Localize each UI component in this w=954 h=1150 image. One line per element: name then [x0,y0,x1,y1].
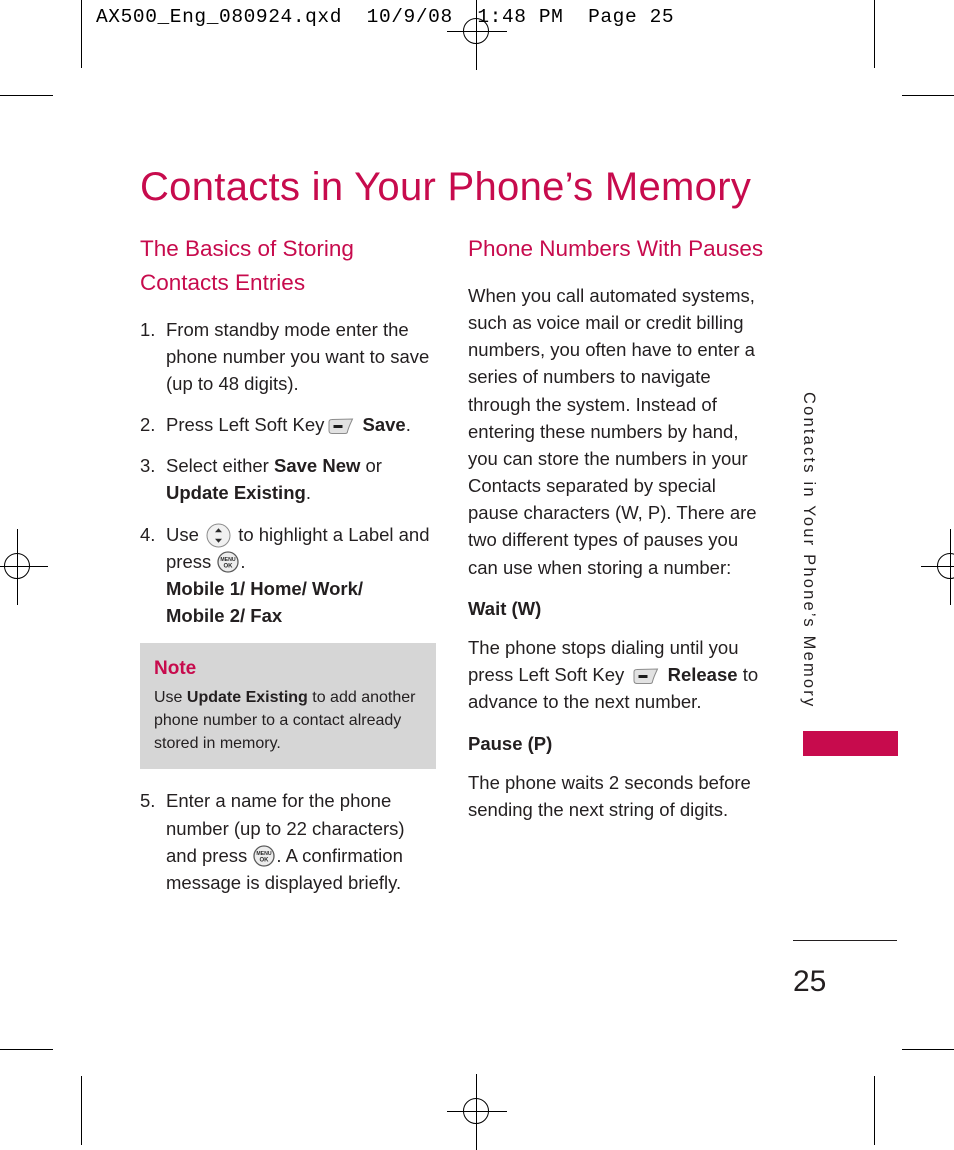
label-options-line-1: Mobile 1/ Home/ Work/ [166,578,364,599]
step-number: 1. [140,318,156,340]
svg-text:MENU: MENU [257,851,273,857]
intro-paragraph: When you call automated systems, such as… [468,284,757,578]
section-heading-pauses: Phone Numbers With Pauses [468,236,764,261]
list-item: 1. From standby mode enter the phone num… [140,316,432,398]
note-body: Use Update Existing to add another phone… [154,687,422,755]
step-number: 2. [140,414,156,436]
step-text: From standby mode enter the phone number… [166,318,430,394]
step-text: Enter a name for the phone number (up to… [166,787,432,896]
list-item: 2. Press Left Soft Key Save. [140,411,432,438]
left-soft-key-icon [327,418,354,435]
step-bold-label: Save [362,414,406,436]
left-soft-key-icon [632,668,659,685]
pause-description: The phone waits 2 seconds before sending… [468,771,751,820]
navigation-key-icon [206,523,231,548]
step-text-before: Press Left Soft Key [166,414,325,436]
right-column: Phone Numbers With Pauses When you call … [468,232,768,837]
menu-option-save-new: Save New [273,455,361,477]
subsection-heading-pause: Pause (P) [468,732,553,754]
step-text: Press Left Soft Key Save. [166,411,432,438]
note-box: Note Use Update Existing to add another … [140,643,436,770]
step-number: 3. [140,455,156,477]
subsection-heading-wait: Wait (W) [468,597,542,619]
menu-option-update-existing: Update Existing [166,482,306,504]
left-column: The Basics of Storing Contacts Entries 1… [140,232,436,910]
step-text-after: . [240,550,246,572]
menu-ok-key-icon: MENU OK [253,845,276,867]
thumb-tab-marker [803,731,898,756]
folio-rule [793,940,897,942]
list-item: 5. Enter a name for the phone number (up… [140,787,432,896]
running-head: Contacts in Your Phone’s Memory [800,392,818,709]
wait-description: The phone stops dialing until you press … [468,634,768,716]
note-text-before: Use [154,689,183,707]
svg-text:OK: OK [260,857,270,863]
softkey-bold-label-release: Release [667,664,738,686]
step-number: 5. [140,790,156,812]
step-text-after: . [305,482,311,504]
step-number: 4. [140,523,156,545]
step-text-before: Use [166,523,199,545]
step-text: Use to highlight a Label and press MENU O… [166,521,432,630]
section-heading-basics: The Basics of Storing Contacts Entries [140,236,354,295]
menu-ok-key-icon: MENU OK [217,551,240,573]
svg-text:OK: OK [224,563,234,569]
note-bold-label: Update Existing [186,689,308,707]
list-item: 4. Use to highlight a Label and press ME… [140,521,432,630]
step-text-mid: or [365,455,382,477]
list-item: 3. Select either Save New or Update Exis… [140,452,432,506]
page-number: 25 [793,965,827,998]
manual-page: Contacts in Your Phone’s Memory The Basi… [0,0,954,1145]
step-text: Select either Save New or Update Existin… [166,452,432,506]
label-options-line-2: Mobile 2/ Fax [166,605,283,627]
step-text-before: Select either [166,455,269,477]
step-text-after: . [405,414,411,436]
svg-text:MENU: MENU [221,557,237,563]
page-title: Contacts in Your Phone’s Memory [140,164,752,209]
note-title: Note [154,658,197,680]
